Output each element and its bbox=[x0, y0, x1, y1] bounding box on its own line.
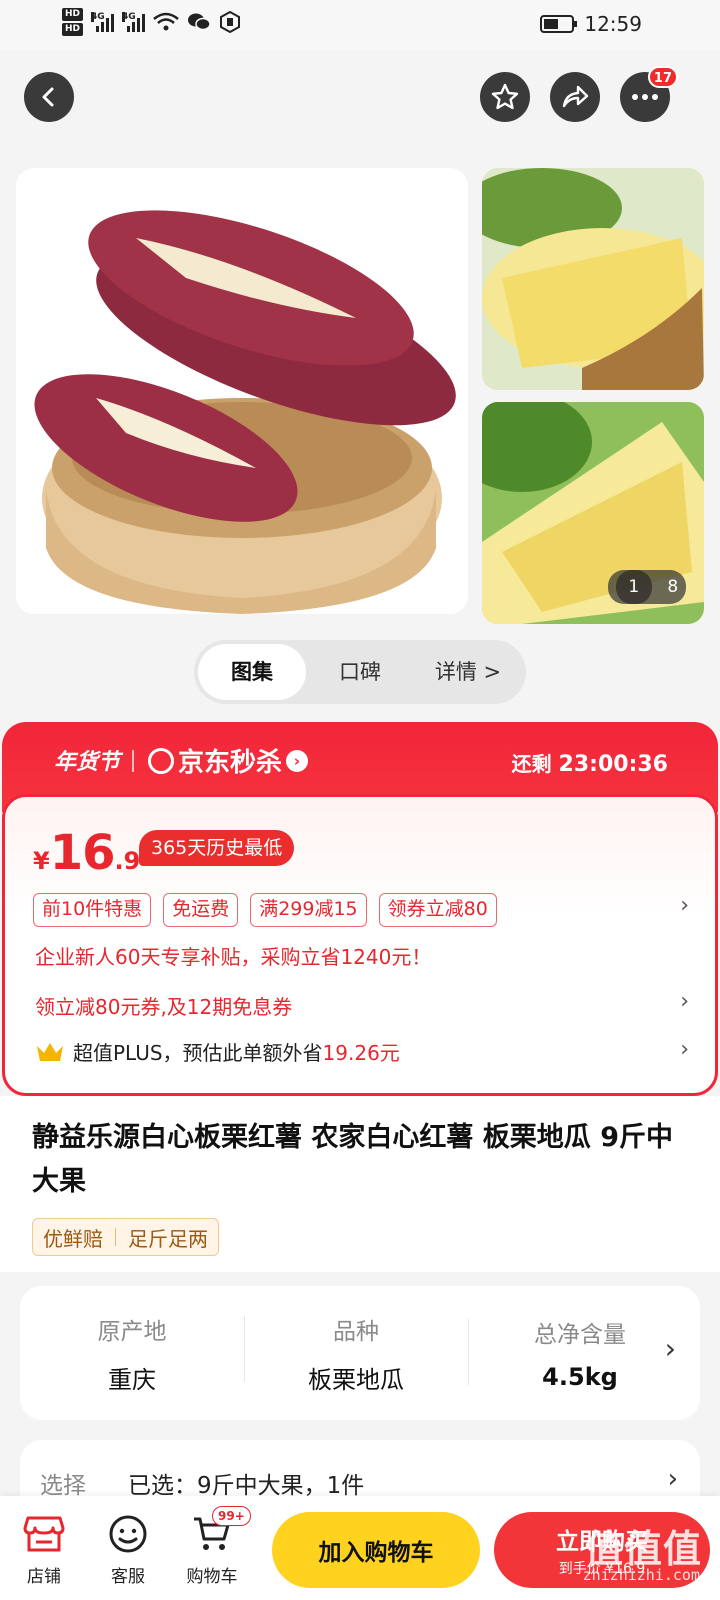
chevron-right-icon[interactable]: › bbox=[665, 1332, 676, 1365]
lowest-price-tag: 365天历史最低 bbox=[139, 830, 295, 866]
gallery-tabs: 图集 口碑 详情 > bbox=[194, 640, 526, 704]
store-icon bbox=[23, 1516, 65, 1552]
share-icon bbox=[562, 85, 589, 108]
selected-variant: 已选：9斤中大果，1件 bbox=[128, 1473, 365, 1499]
thumbnail-image-1 bbox=[482, 168, 704, 390]
message-badge: 17 bbox=[647, 66, 678, 88]
wechat-icon bbox=[188, 13, 211, 31]
star-icon bbox=[491, 83, 519, 110]
cart-badge: 99+ bbox=[212, 1506, 251, 1526]
service-icon bbox=[109, 1515, 147, 1553]
more-icon bbox=[632, 94, 658, 100]
buy-now-button[interactable]: 立即购买 到手价 ¥16.9 bbox=[494, 1512, 710, 1588]
wifi-icon bbox=[153, 12, 179, 31]
promo-card: ¥ 16 .9 365天历史最低 前10件特惠 免运费 满299减15 领券立减… bbox=[2, 794, 718, 1096]
spec-weight: 总净含量 4.5kg bbox=[468, 1315, 692, 1391]
tag-fresh-guarantee: 优鲜赔 bbox=[43, 1226, 103, 1251]
shop-button[interactable]: 店铺 bbox=[4, 1512, 84, 1587]
chip-first10: 前10件特惠 bbox=[33, 893, 152, 927]
hd2-icon: HD bbox=[62, 23, 84, 36]
title-block: 静益乐源白心板栗红薯 农家白心红薯 板栗地瓜 9斤中大果 优鲜赔 足斤足两 bbox=[0, 1096, 720, 1272]
chip-free-shipping: 免运费 bbox=[163, 893, 239, 927]
customer-service-button[interactable]: 客服 bbox=[88, 1512, 168, 1587]
plus-line[interactable]: 超值PLUS，预估此单额外省 19.26元 bbox=[35, 1037, 400, 1066]
clock: 12:59 bbox=[584, 12, 642, 36]
main-product-image[interactable] bbox=[16, 168, 468, 614]
divider bbox=[132, 750, 134, 772]
divider bbox=[115, 1228, 116, 1246]
bottom-action-bar: 店铺 客服 99+ 购物车 加入购物车 立即购买 到手价 ¥16.9 bbox=[0, 1496, 720, 1600]
spec-origin: 原产地 重庆 bbox=[97, 1318, 167, 1394]
chevron-right-icon[interactable]: › bbox=[680, 1037, 689, 1062]
thumbnail-2[interactable]: 1 8 bbox=[482, 402, 704, 624]
cart-button[interactable]: 99+ 购物车 bbox=[172, 1506, 252, 1587]
tab-details[interactable]: 详情 > bbox=[414, 644, 522, 700]
thumbnail-1[interactable] bbox=[482, 168, 704, 390]
price: ¥ 16 .9 bbox=[33, 825, 141, 881]
spec-variety: 品种 板栗地瓜 bbox=[244, 1312, 468, 1395]
signal1-icon: 4G bbox=[91, 12, 115, 32]
status-icons: HD HD 4G 4G bbox=[62, 8, 241, 36]
signal2-icon: 4G bbox=[122, 12, 146, 32]
share-button[interactable] bbox=[550, 72, 600, 122]
add-to-cart-button[interactable]: 加入购物车 bbox=[272, 1512, 480, 1588]
battery-icon bbox=[540, 15, 578, 33]
enterprise-subsidy[interactable]: 企业新人60天专享补贴，采购立省1240元！ bbox=[35, 941, 431, 970]
seckill-title: 京东秒杀 › bbox=[148, 742, 309, 779]
crown-icon bbox=[37, 1042, 63, 1061]
tag-full-weight: 足斤足两 bbox=[128, 1226, 208, 1251]
coupon-line[interactable]: 领立减80元券,及12期免息券 bbox=[35, 991, 292, 1020]
status-bar: HD HD 4G 4G 12:59 bbox=[0, 0, 720, 50]
spec-panel[interactable]: 原产地 重庆 品种 板栗地瓜 总净含量 4.5kg › bbox=[20, 1286, 700, 1420]
countdown: 还剩 23:00:36 bbox=[511, 752, 668, 777]
chevron-right-icon[interactable]: › bbox=[680, 989, 689, 1014]
festival-label: 年货节 bbox=[54, 749, 121, 775]
chevron-left-icon bbox=[42, 87, 54, 107]
status-right: 12:59 bbox=[540, 12, 642, 36]
seckill-icon bbox=[148, 747, 174, 774]
product-title: 静益乐源白心板栗红薯 农家白心红薯 板栗地瓜 9斤中大果 bbox=[32, 1122, 673, 1197]
promo-chips[interactable]: 前10件特惠 免运费 满299减15 领券立减80 bbox=[33, 893, 497, 927]
chip-coupon: 领券立减80 bbox=[378, 893, 497, 927]
hd1-icon: HD bbox=[62, 8, 84, 21]
service-tags[interactable]: 优鲜赔 足斤足两 bbox=[32, 1218, 219, 1256]
chevron-right-icon: › bbox=[667, 1464, 678, 1494]
back-button[interactable] bbox=[24, 72, 74, 122]
chevron-right-icon[interactable]: › bbox=[680, 893, 689, 918]
select-label: 选择 bbox=[40, 1473, 86, 1499]
tab-gallery[interactable]: 图集 bbox=[198, 644, 306, 700]
sweet-potato-image bbox=[34, 210, 456, 614]
chevron-right-icon: › bbox=[286, 749, 309, 772]
tab-reviews[interactable]: 口碑 bbox=[306, 644, 414, 700]
more-button[interactable]: 17 bbox=[620, 66, 678, 122]
chip-discount: 满299减15 bbox=[250, 893, 367, 927]
favorite-button[interactable] bbox=[480, 72, 530, 122]
hand-icon bbox=[220, 11, 241, 33]
image-counter: 1 8 bbox=[608, 570, 686, 604]
